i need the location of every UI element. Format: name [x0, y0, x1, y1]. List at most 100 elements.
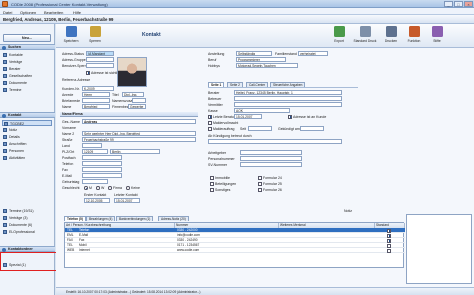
menu-bearbeiten[interactable]: Bearbeiten [44, 10, 63, 15]
strasse-field[interactable]: Feuerbachstraße 99 [82, 137, 196, 142]
sidebar-item-contact-id[interactable]: TGCBE2 [2, 120, 52, 126]
gekuendigt-field[interactable] [300, 126, 324, 131]
sidebar-item-kontakte[interactable]: Kontakte [2, 52, 52, 58]
sonstiges-checkbox[interactable] [210, 188, 214, 192]
geschlecht-m-radio[interactable] [84, 186, 88, 190]
beruf-field[interactable]: Programmierer [236, 57, 286, 62]
letzte-beratung-checkbox[interactable] [208, 115, 212, 119]
titel-field[interactable]: Dipl.-Ing. [122, 92, 144, 97]
berater-field[interactable]: Heitel, Franz, 12345 Berlin, Hauptstr. 1 [234, 90, 342, 95]
formular-24-checkbox[interactable] [258, 176, 262, 180]
toolbar: Speichern Sperren Kontakt Export Standar… [56, 24, 474, 48]
anrede-field[interactable]: Herrn [82, 92, 110, 97]
standard-checkbox[interactable] [387, 244, 391, 248]
briefanrede-field[interactable] [82, 98, 110, 103]
adresse-an-kunde-checkbox[interactable] [288, 115, 292, 119]
fax-field[interactable] [82, 167, 122, 172]
maklervollmacht-checkbox[interactable] [208, 121, 212, 125]
tab-bezahlungen[interactable]: Bezahlungen (4) [86, 216, 116, 221]
land-field[interactable] [82, 143, 102, 148]
function-button[interactable]: Funktion [404, 25, 424, 47]
notiz-textarea[interactable] [406, 214, 472, 284]
sidebar-item-details[interactable]: Details [2, 134, 52, 140]
maximize-button[interactable]: □ [454, 1, 463, 7]
namenszusatz-field[interactable] [132, 98, 146, 103]
benutzer-sperre-field[interactable] [86, 63, 114, 68]
tab-bankverbindungen[interactable]: Bankverbindungen (1) [116, 216, 154, 221]
sidebar-item-termine[interactable]: Termine [2, 87, 52, 93]
formular-26-checkbox[interactable] [258, 188, 262, 192]
sidebar-item-vertraege[interactable]: Verträge [2, 59, 52, 65]
geburtstag-field[interactable] [82, 179, 108, 184]
geschlecht-w-radio[interactable] [96, 186, 100, 190]
tab-adress-notiz[interactable]: Adress-Notiz (20) [158, 216, 189, 221]
sidebar-item-berater[interactable]: Berater [2, 66, 52, 72]
close-button[interactable]: × [464, 1, 473, 7]
sidebar-section-suchen[interactable]: Suchen [0, 44, 55, 50]
sidebar-item-aktivitaeten[interactable]: Aktivitäten [2, 155, 52, 161]
sidebar-item-termine-count[interactable]: Termine (19/31) [2, 208, 52, 214]
name-field[interactable]: Bergfried [82, 104, 110, 109]
geschlecht-firma-radio[interactable] [108, 186, 112, 190]
menu-hilfe[interactable]: Hilfe [73, 10, 81, 15]
standard-checkbox[interactable] [387, 239, 391, 243]
menu-datei[interactable]: Datei [3, 10, 12, 15]
hobbys-field[interactable]: Motorrad,Segeln,Tauchen [236, 63, 298, 68]
maklerauftrag-checkbox[interactable] [208, 127, 212, 131]
ab-kuendigung-field[interactable] [208, 139, 342, 144]
familienstand-field[interactable]: verheiratet [298, 51, 328, 56]
betreuer-field[interactable] [234, 96, 342, 101]
sidebar-item-vertraege-count[interactable]: Verträge (3) [2, 215, 52, 221]
arbeitgeber-field[interactable] [240, 150, 302, 155]
sv-nummer-label: SV-Nummer [208, 163, 228, 167]
immobilie-checkbox[interactable] [210, 176, 214, 180]
sidebar-item-gesellschaften[interactable]: Gesellschaften [2, 73, 52, 79]
sidebar-item-eloprofessional[interactable]: ELOprofessional [2, 229, 52, 235]
ges-name-field[interactable]: Andreas [82, 119, 196, 124]
print-button[interactable]: Drucken [382, 25, 400, 47]
pens-button[interactable]: Stifte [428, 25, 446, 47]
standard-checkbox[interactable] [387, 249, 391, 253]
firmenbez-field[interactable]: Gewerbe [128, 104, 146, 109]
sv-nummer-field[interactable] [240, 162, 302, 167]
personalnummer-field[interactable] [240, 156, 302, 161]
standard-print-button[interactable]: Standard Druck [352, 25, 378, 47]
menu-optionen[interactable]: Optionen [20, 10, 36, 15]
postfach-field[interactable] [82, 155, 122, 160]
sidebar-item-dokumente[interactable]: Dokumente [2, 80, 52, 86]
table-row[interactable]: WEB Internet www.codie.com [65, 248, 405, 253]
email-field[interactable] [82, 173, 122, 178]
geschlecht-keine-radio[interactable] [126, 186, 130, 190]
new-button[interactable]: Neu... [3, 34, 51, 42]
formular-25-checkbox[interactable] [258, 182, 262, 186]
sidebar-item-anschriften[interactable]: Anschriften [2, 141, 52, 147]
telefon-field[interactable] [82, 161, 122, 166]
letzter-kontakt-field[interactable]: 15.01.2007 [114, 198, 140, 203]
anstellung-field[interactable]: Selbständig [236, 51, 272, 56]
sidebar-item-dokumente-count[interactable]: Dokumente (6) [2, 222, 52, 228]
export-button[interactable]: Export [330, 25, 348, 47]
sidebar-item-personen[interactable]: Personen [2, 148, 52, 154]
name2-field[interactable]: Sehr geehrter Herr Dipl.-Ing. Bergfried [82, 131, 196, 136]
standard-checkbox[interactable] [387, 234, 391, 238]
adress-gruppe-field[interactable] [86, 57, 114, 62]
erster-kontakt-field[interactable]: 12.10.2005 [84, 198, 110, 203]
minimize-button[interactable]: _ [444, 1, 453, 7]
seit-field[interactable] [248, 126, 272, 131]
sidebar-section-kontakt[interactable]: Kontakt [0, 112, 55, 118]
tab-telefon[interactable]: Telefon (5) [64, 216, 86, 221]
adress-status-field[interactable]: (A Mandant [86, 51, 114, 56]
kasse-field[interactable]: AOK [234, 108, 290, 113]
contact-photo[interactable] [117, 57, 147, 87]
plz-field[interactable]: 12109 [82, 149, 108, 154]
vermittler-field[interactable] [234, 102, 342, 107]
save-button[interactable]: Speichern [62, 25, 80, 47]
kunden-nr-field[interactable]: K-2009 [82, 86, 114, 91]
ort-field[interactable]: Berlin [110, 149, 160, 154]
lock-button[interactable]: Sperren [86, 25, 104, 47]
sidebar-item-notiz[interactable]: Notiz [2, 127, 52, 133]
adresse-sichtbar-checkbox[interactable] [86, 71, 90, 75]
standard-checkbox[interactable] [387, 229, 391, 233]
letzte-beratung-field[interactable]: 15.01.2007 [234, 114, 262, 119]
beteiligungen-checkbox[interactable] [210, 182, 214, 186]
